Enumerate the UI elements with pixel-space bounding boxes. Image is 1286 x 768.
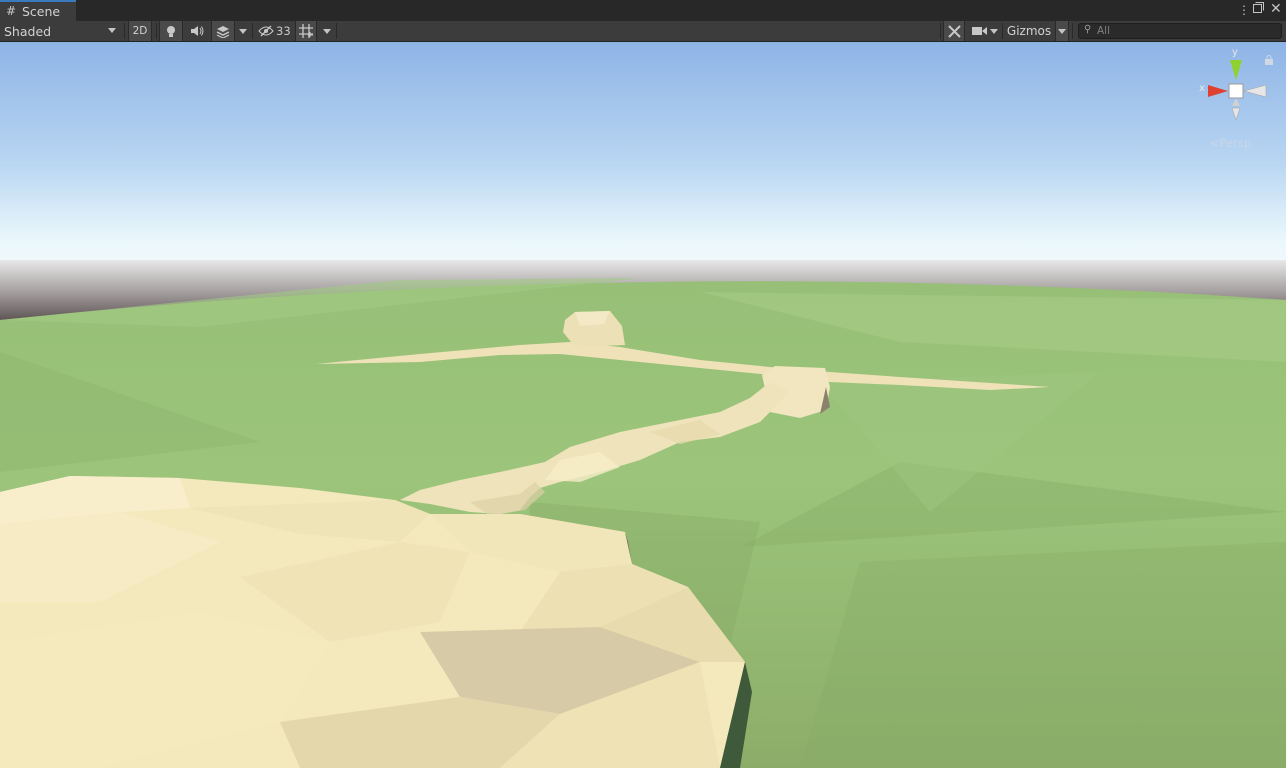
maximize-icon[interactable] <box>1253 2 1264 16</box>
axis-x-label: x <box>1199 83 1205 94</box>
search-input[interactable]: ⚲ All <box>1078 23 1282 39</box>
hidden-objects-toggle[interactable]: 33 <box>254 21 294 41</box>
projection-toggle[interactable]: <Persp <box>1210 136 1251 150</box>
gizmos-button[interactable]: Gizmos <box>1003 21 1055 41</box>
chevron-down-icon <box>239 28 247 34</box>
search-icon: ⚲ <box>1084 24 1092 35</box>
layers-icon <box>216 25 230 38</box>
axis-x-cone <box>1208 85 1228 97</box>
lightbulb-icon <box>167 25 175 37</box>
scene-viewport[interactable]: y x <Persp <box>0 42 1286 768</box>
camera-settings-button[interactable] <box>968 21 990 41</box>
close-icon[interactable]: ✕ <box>1270 1 1282 17</box>
draw-mode-dropdown[interactable]: Shaded <box>0 21 122 41</box>
tab-bar: # Scene ⋮ ✕ <box>0 0 1286 21</box>
projection-label: Persp <box>1219 136 1252 150</box>
camera-dropdown[interactable] <box>988 21 1000 41</box>
tab-scene[interactable]: # Scene <box>0 0 76 21</box>
kebab-menu-icon[interactable]: ⋮ <box>1238 3 1250 17</box>
tab-label: Scene <box>22 4 61 19</box>
search-placeholder: All <box>1097 25 1111 37</box>
chevron-down-icon <box>990 28 998 34</box>
speaker-icon <box>191 26 204 36</box>
camera-icon <box>971 27 987 35</box>
chevron-down-icon <box>1058 28 1066 34</box>
chevron-down-icon <box>108 28 116 33</box>
chevron-down-icon <box>323 28 331 34</box>
grid-toggle-button[interactable] <box>295 21 317 41</box>
hidden-count: 33 <box>276 24 291 38</box>
axis-neg-x-cone <box>1243 84 1267 98</box>
tools-button[interactable] <box>943 21 965 41</box>
draw-mode-label: Shaded <box>4 23 52 39</box>
axis-neg-y-cone <box>1231 107 1241 121</box>
scene-toolbar: Shaded 2D 33 Gizmos ⚲ All <box>0 21 1286 42</box>
eye-hidden-icon <box>258 25 274 37</box>
effects-dropdown[interactable] <box>236 21 250 41</box>
grid-icon <box>299 24 313 38</box>
grid-dropdown[interactable] <box>320 21 334 41</box>
lock-icon[interactable] <box>1264 54 1274 68</box>
grid-hash-icon: # <box>6 4 17 18</box>
effects-toggle-button[interactable] <box>211 21 235 41</box>
toggle-2d-button[interactable]: 2D <box>128 21 152 41</box>
projection-icon: < <box>1210 136 1220 150</box>
axis-y-cone <box>1230 60 1242 80</box>
lighting-toggle-button[interactable] <box>159 21 183 41</box>
scene-render[interactable] <box>0 42 1286 768</box>
gizmos-dropdown[interactable] <box>1055 21 1069 41</box>
tools-icon <box>947 24 961 38</box>
axis-y-label: y <box>1232 47 1238 58</box>
audio-toggle-button[interactable] <box>185 21 209 41</box>
gizmo-center-cube <box>1228 83 1244 99</box>
